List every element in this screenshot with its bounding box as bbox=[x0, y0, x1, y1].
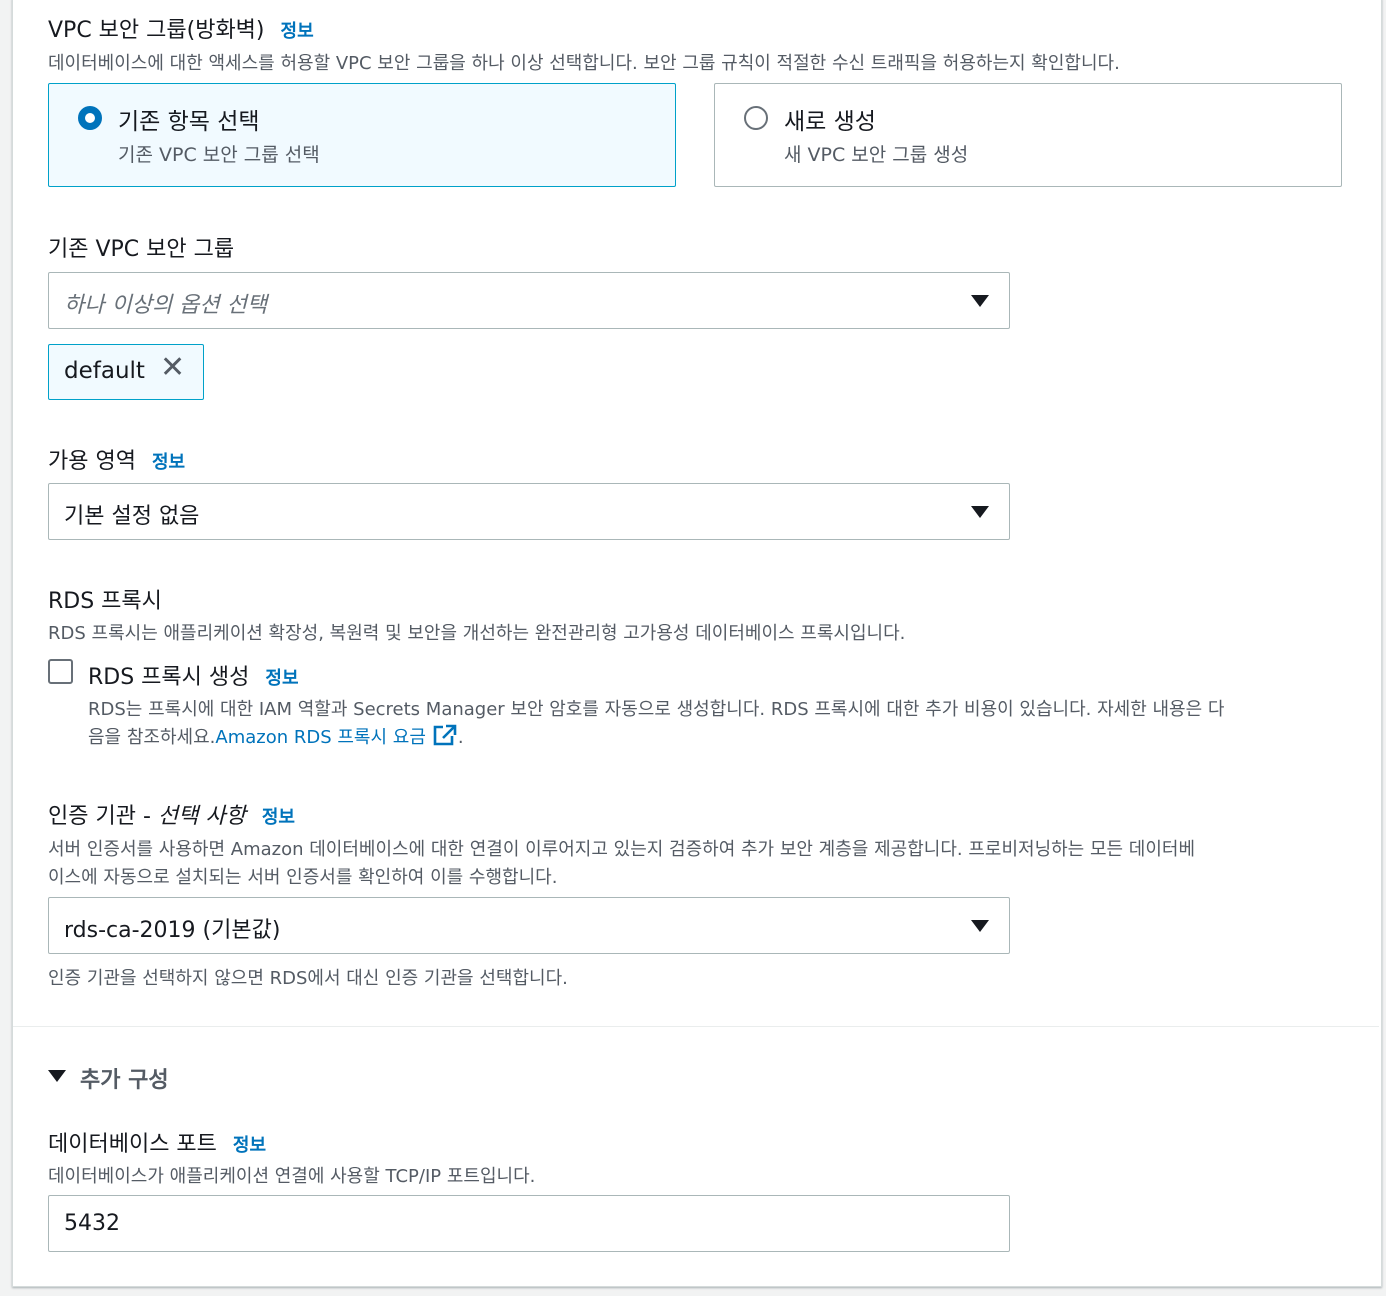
vpc-sg-heading: VPC 보안 그룹(방화벽) 정보 bbox=[48, 12, 314, 44]
ca-description-line2: 이스에 자동으로 설치되는 서버 인증서를 확인하여 이를 수행합니다. bbox=[48, 867, 558, 888]
vpc-sg-title: VPC 보안 그룹(방화벽) bbox=[48, 18, 265, 43]
db-port-description: 데이터베이스가 애플리케이션 연결에 사용할 TCP/IP 포트입니다. bbox=[48, 1166, 536, 1187]
rds-proxy-help-line2: 음을 참조하세요.Amazon RDS 프록시 요금. bbox=[88, 723, 464, 752]
az-info-link[interactable]: 정보 bbox=[152, 452, 185, 473]
section-divider bbox=[13, 1026, 1379, 1027]
db-port-info-link[interactable]: 정보 bbox=[233, 1135, 266, 1156]
dropdown-caret-icon bbox=[971, 920, 989, 932]
az-label: 가용 영역 bbox=[48, 449, 136, 474]
ca-heading: 인증 기관 - 선택 사항 정보 bbox=[48, 798, 295, 830]
az-heading: 가용 영역 정보 bbox=[48, 443, 185, 475]
security-group-token: default ✕ bbox=[48, 344, 204, 400]
choose-existing-title: 기존 항목 선택 bbox=[118, 109, 260, 135]
dropdown-caret-icon bbox=[971, 295, 989, 307]
ca-hint: 인증 기관을 선택하지 않으면 RDS에서 대신 인증 기관을 선택합니다. bbox=[48, 968, 568, 989]
rds-proxy-help-prefix: 음을 참조하세요. bbox=[88, 727, 216, 748]
create-new-subtitle: 새 VPC 보안 그룹 생성 bbox=[784, 144, 969, 166]
existing-vpc-sg-placeholder: 하나 이상의 옵션 선택 bbox=[64, 293, 268, 318]
ca-description-line1: 서버 인증서를 사용하면 Amazon 데이터베이스에 대한 연결이 이루어지고… bbox=[48, 839, 1196, 860]
ca-info-link[interactable]: 정보 bbox=[262, 807, 295, 828]
choose-existing-radio[interactable] bbox=[78, 106, 102, 130]
rds-proxy-pricing-link[interactable]: Amazon RDS 프록시 요금 bbox=[215, 727, 426, 748]
vpc-sg-info-link[interactable]: 정보 bbox=[281, 21, 314, 42]
rds-proxy-info-link[interactable]: 정보 bbox=[265, 668, 298, 689]
existing-vpc-sg-select[interactable]: 하나 이상의 옵션 선택 bbox=[48, 272, 1010, 329]
create-new-radio[interactable] bbox=[744, 106, 768, 130]
db-port-label: 데이터베이스 포트 bbox=[48, 1132, 217, 1157]
rds-proxy-checkbox-label[interactable]: RDS 프록시 생성 bbox=[88, 665, 249, 690]
create-rds-proxy-checkbox[interactable] bbox=[48, 659, 73, 684]
create-new-tile[interactable]: 새로 생성 새 VPC 보안 그룹 생성 bbox=[714, 83, 1342, 187]
additional-config-toggle[interactable]: 추가 구성 bbox=[80, 1062, 169, 1094]
dropdown-caret-icon bbox=[971, 506, 989, 518]
ca-label: 인증 기관 - bbox=[48, 804, 158, 829]
ca-optional-label: 선택 사항 bbox=[157, 804, 246, 829]
rds-proxy-help-line1: RDS는 프록시에 대한 IAM 역할과 Secrets Manager 보안 … bbox=[88, 699, 1225, 720]
vpc-sg-description: 데이터베이스에 대한 액세스를 허용할 VPC 보안 그룹을 하나 이상 선택합… bbox=[48, 53, 1120, 74]
db-port-input[interactable] bbox=[48, 1195, 1010, 1252]
db-port-heading: 데이터베이스 포트 정보 bbox=[48, 1126, 266, 1158]
ca-select-value: rds-ca-2019 (기본값) bbox=[64, 918, 281, 943]
expand-caret-icon[interactable] bbox=[48, 1070, 66, 1082]
choose-existing-subtitle: 기존 VPC 보안 그룹 선택 bbox=[118, 144, 320, 166]
rds-proxy-description: RDS 프록시는 애플리케이션 확장성, 복원력 및 보안을 개선하는 완전관리… bbox=[48, 623, 906, 644]
az-select-value: 기본 설정 없음 bbox=[64, 504, 200, 529]
existing-vpc-sg-label: 기존 VPC 보안 그룹 bbox=[48, 237, 235, 262]
token-label: default bbox=[64, 358, 145, 384]
az-select[interactable]: 기본 설정 없음 bbox=[48, 483, 1010, 540]
create-new-title: 새로 생성 bbox=[784, 109, 876, 135]
rds-proxy-title: RDS 프록시 bbox=[48, 589, 162, 614]
choose-existing-tile[interactable]: 기존 항목 선택 기존 VPC 보안 그룹 선택 bbox=[48, 83, 676, 187]
external-link-icon[interactable] bbox=[432, 723, 458, 752]
rds-proxy-help-suffix: . bbox=[457, 727, 464, 748]
rds-proxy-checkbox-heading: RDS 프록시 생성 정보 bbox=[88, 659, 299, 691]
close-icon[interactable]: ✕ bbox=[160, 353, 185, 383]
ca-select[interactable]: rds-ca-2019 (기본값) bbox=[48, 897, 1010, 954]
